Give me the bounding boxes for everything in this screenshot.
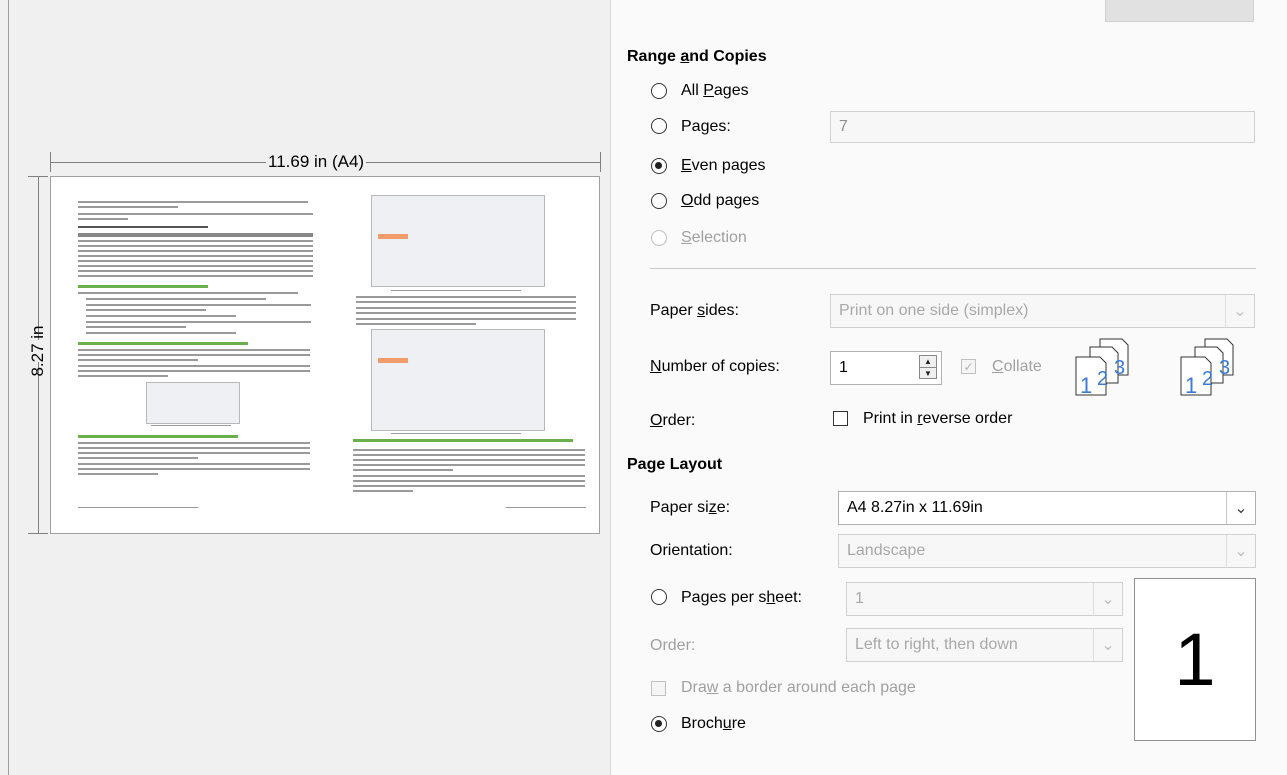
paper-size-label: Paper size: [650, 499, 731, 516]
order-label: Order: [650, 412, 696, 429]
svg-text:3: 3 [1114, 357, 1125, 379]
draw-border-label[interactable]: Draw a border around each page [681, 679, 916, 697]
pages-radio[interactable] [651, 118, 667, 134]
reverse-order-label[interactable]: Print in reverse order [863, 410, 1012, 428]
preview-page [50, 176, 600, 534]
triangle-down-icon[interactable]: ▼ [920, 368, 936, 379]
all-pages-label[interactable]: All Pages [681, 82, 749, 100]
orientation-label: Orientation: [650, 542, 733, 559]
svg-text:3: 3 [1219, 357, 1230, 379]
paper-size-select[interactable]: A4 8.27in x 11.69in ⌄ [838, 491, 1256, 525]
range-and-copies-heading: Range and Copies [627, 48, 767, 65]
page-layout-heading: Page Layout [627, 456, 723, 473]
copies-spinner[interactable]: ▲ ▼ [919, 355, 937, 379]
chevron-down-icon[interactable]: ⌄ [1226, 492, 1255, 524]
number-of-copies-label: Number of copies: [650, 358, 780, 375]
pages-input[interactable]: 7 [830, 111, 1255, 143]
chevron-down-icon[interactable]: ⌄ [1093, 583, 1122, 615]
paper-sides-label: Paper sides: [650, 302, 739, 319]
all-pages-radio[interactable] [651, 83, 667, 99]
even-pages-radio[interactable] [651, 158, 667, 174]
odd-pages-radio[interactable] [651, 193, 667, 209]
svg-text:2: 2 [1097, 368, 1108, 390]
layout-order-label: Order: [650, 637, 696, 654]
chevron-down-icon[interactable]: ⌄ [1226, 535, 1255, 567]
height-dimension-label: 8.27 in [28, 325, 47, 377]
selection-radio[interactable] [651, 230, 667, 246]
svg-text:2: 2 [1202, 368, 1213, 390]
height-dimension-tick-bottom [28, 533, 48, 534]
collate-checkbox[interactable]: ✓ [961, 359, 976, 374]
svg-text:1: 1 [1185, 373, 1197, 397]
pages-per-sheet-label[interactable]: Pages per sheet: [681, 589, 802, 607]
selection-label[interactable]: Selection [681, 229, 747, 247]
pages-per-sheet-preview: 1 [1134, 578, 1256, 741]
range-separator [650, 268, 1256, 269]
brochure-radio[interactable] [651, 716, 667, 732]
odd-pages-label[interactable]: Odd pages [681, 192, 759, 210]
pages-label[interactable]: Pages: [681, 118, 731, 136]
collated-pages-icon: 1 2 3 [1075, 338, 1129, 397]
layout-order-select[interactable]: Left to right, then down ⌄ [846, 628, 1123, 662]
orientation-select[interactable]: Landscape ⌄ [838, 534, 1256, 568]
collate-label[interactable]: Collate [992, 358, 1042, 376]
width-dimension-tick-right [600, 152, 601, 172]
pages-per-sheet-select[interactable]: 1 ⌄ [846, 582, 1123, 616]
brochure-label[interactable]: Brochure [681, 715, 746, 733]
width-dimension-label: 11.69 in (A4) [266, 152, 367, 172]
panel-left-border [8, 0, 9, 775]
chevron-down-icon[interactable]: ⌄ [1093, 629, 1122, 661]
top-button[interactable] [1105, 0, 1254, 22]
uncollated-pages-icon: 1 2 3 [1180, 338, 1234, 397]
width-dimension-tick-left [50, 152, 51, 172]
paper-sides-select[interactable]: Print on one side (simplex) ⌄ [830, 294, 1255, 328]
height-dimension-tick-top [28, 176, 48, 177]
draw-border-checkbox[interactable] [651, 681, 666, 696]
triangle-up-icon[interactable]: ▲ [920, 356, 936, 368]
reverse-order-checkbox[interactable] [833, 411, 848, 426]
chevron-down-icon[interactable]: ⌄ [1225, 295, 1254, 327]
pages-per-sheet-radio[interactable] [651, 589, 667, 605]
svg-text:1: 1 [1080, 373, 1092, 397]
even-pages-label[interactable]: Even pages [681, 157, 766, 175]
